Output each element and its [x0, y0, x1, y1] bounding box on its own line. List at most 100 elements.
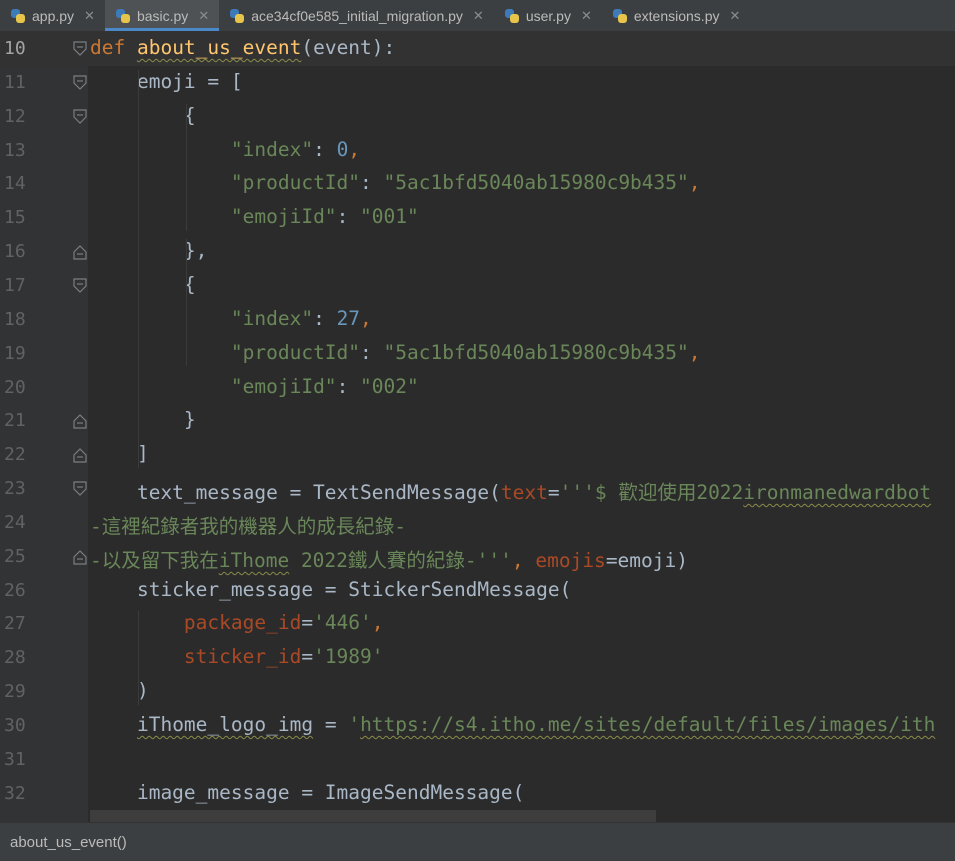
python-file-icon	[10, 8, 26, 24]
tab-label: app.py	[32, 7, 75, 24]
fold-open-icon[interactable]	[73, 75, 87, 91]
line-number: 30	[4, 715, 26, 736]
line-number: 27	[4, 613, 26, 635]
line-number: 16	[4, 241, 26, 263]
code-text: sticker_id='1989'	[183, 645, 384, 669]
code-line[interactable]: 14 "productId": "5ac1bfd5040ab15980c9b43…	[0, 167, 955, 201]
line-number: 29	[4, 681, 26, 703]
code-text: }	[90, 408, 196, 432]
code-text: text_message = TextSendMessage(text='''$…	[90, 481, 932, 505]
code-line[interactable]: 15 "emojiId": "001"	[0, 201, 955, 235]
line-number: 13	[4, 139, 26, 161]
close-icon[interactable]: ✕	[729, 8, 740, 24]
code-line[interactable]: 19 "productId": "5ac1bfd5040ab15980c9b43…	[0, 337, 955, 371]
code-line[interactable]: 16 },	[0, 235, 955, 269]
close-icon[interactable]: ✕	[581, 8, 592, 24]
code-line[interactable]: 10 def about_us_event(event):	[0, 32, 955, 66]
code-line[interactable]: 28 sticker_id='1989'	[0, 641, 955, 675]
code-text: def about_us_event(event):	[90, 36, 396, 59]
fold-end-icon[interactable]	[73, 549, 87, 565]
indent-guide	[186, 103, 187, 232]
line-number: 18	[4, 308, 26, 330]
python-file-icon	[115, 8, 131, 24]
code-line[interactable]: 21 }	[0, 404, 955, 438]
code-text: "productId": "5ac1bfd5040ab15980c9b435",	[230, 171, 701, 195]
fold-open-icon[interactable]	[73, 278, 87, 294]
horizontal-scrollbar[interactable]	[90, 810, 656, 822]
line-number: 17	[4, 274, 26, 296]
code-line[interactable]: 22 ]	[0, 438, 955, 472]
indent-guide	[186, 239, 187, 367]
line-number: 31	[4, 748, 26, 770]
line-number: 25	[4, 545, 26, 567]
code-text: ]	[90, 442, 149, 466]
line-number: 15	[4, 207, 26, 229]
tab-app-py[interactable]: app.py ✕	[0, 0, 105, 31]
code-line[interactable]: 25 -以及留下我在iThome 2022鐵人賽的紀錄-''', emojis=e…	[0, 540, 955, 574]
line-number: 32	[4, 782, 26, 804]
tab-label: basic.py	[136, 7, 189, 24]
fold-end-icon[interactable]	[73, 413, 87, 429]
python-file-icon	[504, 8, 520, 24]
line-number: 23	[4, 478, 26, 500]
close-icon[interactable]: ✕	[473, 8, 484, 24]
code-line[interactable]: 32 image_message = ImageSendMessage(	[0, 777, 955, 811]
indent-guide	[138, 611, 139, 705]
code-text: "emojiId": "002"	[230, 374, 419, 398]
fold-open-icon[interactable]	[73, 109, 87, 125]
python-file-icon	[229, 8, 245, 24]
code-text: image_message = ImageSendMessage(	[90, 780, 525, 804]
code-line[interactable]: 23 text_message = TextSendMessage(text='…	[0, 472, 955, 506]
code-text: )	[90, 679, 149, 703]
code-editor[interactable]: 2 6 10def about_us_event(event):11 emoji…	[0, 32, 955, 822]
line-number: 24	[4, 511, 26, 533]
code-line[interactable]: 13 "index": 0,	[0, 134, 955, 168]
code-line[interactable]: 29 )	[0, 675, 955, 709]
code-text: "index": 27,	[230, 306, 372, 330]
fold-end-icon[interactable]	[73, 244, 87, 260]
line-number: 26	[4, 579, 26, 601]
code-text: -這裡紀錄者我的機器人的成長紀錄-	[90, 514, 406, 538]
code-text: {	[90, 103, 196, 127]
tab-basic-py[interactable]: basic.py ✕	[104, 0, 220, 31]
tab-ace34cf0e585-initial-migration-py[interactable]: ace34cf0e585_initial_migration.py ✕	[219, 0, 494, 31]
code-line[interactable]: 12 {	[0, 100, 955, 134]
code-line[interactable]: 24 -這裡紀錄者我的機器人的成長紀錄-	[0, 506, 955, 540]
code-line[interactable]: 17 {	[0, 269, 955, 303]
fold-end-icon[interactable]	[73, 447, 87, 463]
line-number: 10	[4, 38, 26, 59]
code-text: -以及留下我在iThome 2022鐵人賽的紀錄-''', emojis=emo…	[90, 548, 688, 572]
close-icon[interactable]: ✕	[198, 8, 209, 24]
code-line[interactable]: 26 sticker_message = StickerSendMessage(	[0, 574, 955, 608]
code-text: emoji = [	[90, 69, 243, 93]
code-text: iThome_logo_img = 'https://s4.itho.me/si…	[136, 713, 936, 736]
code-line[interactable]: 18 "index": 27,	[0, 303, 955, 337]
breadcrumb[interactable]: about_us_event()	[0, 822, 955, 861]
editor-tab-bar: app.py ✕ basic.py ✕ ace34cf0e585_initial_mig…	[0, 0, 955, 32]
line-number: 20	[4, 376, 26, 398]
code-line[interactable]: 27 package_id='446',	[0, 607, 955, 641]
code-text: "index": 0,	[230, 137, 361, 161]
breadcrumb-function[interactable]: about_us_event()	[10, 834, 127, 851]
python-file-icon	[612, 8, 628, 24]
code-line[interactable]: 20 "emojiId": "002"	[0, 371, 955, 405]
tab-user-py[interactable]: user.py ✕	[494, 0, 602, 31]
line-number: 22	[4, 444, 26, 466]
code-text: "emojiId": "001"	[230, 205, 419, 229]
line-number: 14	[4, 173, 26, 195]
close-icon[interactable]: ✕	[84, 8, 95, 24]
line-number: 19	[4, 342, 26, 364]
code-text: },	[90, 239, 208, 263]
fold-open-icon[interactable]	[73, 41, 87, 57]
tab-extensions-py[interactable]: extensions.py ✕	[602, 0, 751, 31]
fold-open-icon[interactable]	[73, 481, 87, 497]
tab-label: extensions.py	[633, 7, 720, 24]
tab-label: ace34cf0e585_initial_migration.py	[251, 7, 463, 24]
code-line[interactable]: 30 iThome_logo_img = 'https://s4.itho.me…	[0, 709, 955, 743]
code-text: "productId": "5ac1bfd5040ab15980c9b435",	[230, 340, 701, 364]
code-line[interactable]: 31	[0, 743, 955, 777]
tab-label: user.py	[525, 7, 571, 24]
code-line[interactable]: 11 emoji = [	[0, 66, 955, 100]
code-text: sticker_message = StickerSendMessage(	[90, 577, 572, 601]
code-text: package_id='446',	[183, 611, 384, 635]
